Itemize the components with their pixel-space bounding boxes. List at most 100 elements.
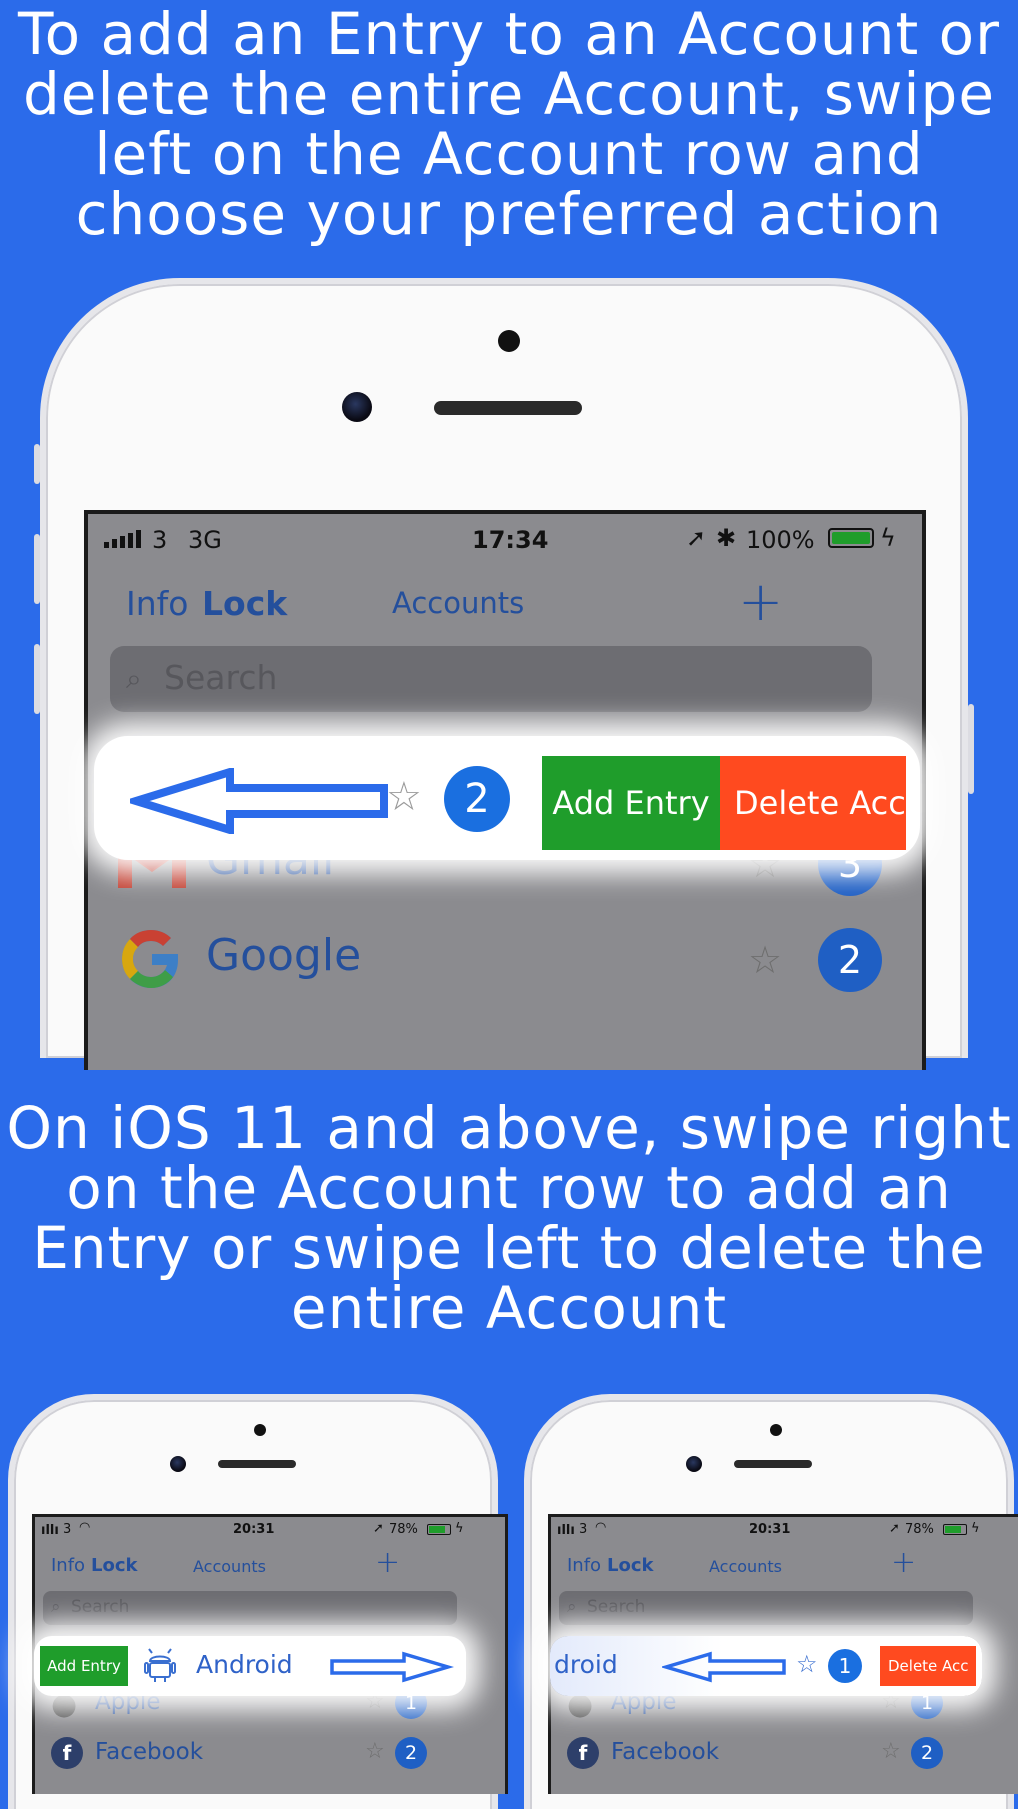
search-icon: ⌕	[567, 1597, 577, 1617]
iphone-mockup-left: ıllı 3 ◠ 20:31 ➚ 78% ϟ Info Lock Account…	[8, 1394, 508, 1809]
bluetooth-icon: ✱	[716, 524, 737, 552]
list-item[interactable]: f Facebook ☆ 2	[35, 1727, 505, 1777]
swiped-row-highlight[interactable]: ☆ 2 Add Entry Delete Acc	[94, 736, 920, 860]
lock-button[interactable]: Lock	[91, 1555, 137, 1576]
ios11-instruction-caption: On iOS 11 and above, swipe right on the …	[6, 1094, 1012, 1342]
carrier-label: 3	[579, 1522, 588, 1537]
status-bar: ıllı 3 ◠ 20:31 ➚ 78% ϟ	[551, 1517, 1018, 1545]
clock: 20:31	[749, 1522, 791, 1537]
earpiece-speaker	[434, 401, 582, 415]
volume-up-button	[34, 534, 40, 604]
wifi-icon: ◠	[595, 1520, 607, 1535]
account-name: Facebook	[95, 1739, 204, 1765]
search-input[interactable]: ⌕ Search	[110, 646, 872, 712]
nav-title: Accounts	[193, 1557, 266, 1576]
location-icon: ➚	[889, 1521, 900, 1536]
search-placeholder: Search	[164, 658, 278, 697]
battery-icon	[427, 1524, 451, 1535]
swipe-left-arrow-icon	[659, 1651, 788, 1687]
plus-icon[interactable]: +	[738, 570, 783, 633]
plus-icon[interactable]: +	[891, 1545, 916, 1580]
swiped-row-highlight-left[interactable]: Add Entry Android	[34, 1636, 466, 1696]
favorite-star-icon[interactable]: ☆	[796, 1650, 818, 1678]
earpiece-speaker	[218, 1460, 296, 1468]
lock-button[interactable]: Lock	[202, 584, 287, 623]
proximity-sensor	[498, 330, 520, 352]
search-icon: ⌕	[51, 1597, 61, 1617]
charging-icon: ϟ	[880, 524, 896, 552]
account-name: Android	[196, 1650, 293, 1679]
charging-icon: ϟ	[455, 1521, 464, 1536]
add-entry-button[interactable]: Add Entry	[542, 756, 720, 850]
info-button[interactable]: Info	[126, 584, 188, 623]
plus-icon[interactable]: +	[375, 1545, 400, 1580]
account-name: Google	[206, 930, 362, 981]
signal-bars-icon: ıllı	[557, 1523, 575, 1538]
clock: 20:31	[233, 1522, 275, 1537]
google-logo-icon	[116, 924, 186, 994]
front-camera	[170, 1456, 186, 1472]
navigation-bar: Info Lock Accounts +	[35, 1545, 505, 1585]
status-bar: ıllı 3 ◠ 20:31 ➚ 78% ϟ	[35, 1517, 505, 1545]
search-placeholder: Search	[71, 1597, 130, 1617]
facebook-logo-icon: f	[51, 1737, 83, 1769]
iphone-mockup-large: 3 3G 17:34 ➚ ✱ 100% ϟ Info Lock Accounts…	[34, 278, 974, 1070]
battery-icon	[828, 528, 874, 548]
navigation-bar: Info Lock Accounts +	[88, 568, 922, 638]
entry-count-badge: 2	[444, 766, 510, 832]
carrier-label: 3	[63, 1522, 72, 1537]
top-instruction-caption: To add an Entry to an Account or delete …	[18, 0, 1000, 248]
nav-title: Accounts	[392, 586, 525, 620]
proximity-sensor	[254, 1424, 266, 1436]
nav-title: Accounts	[709, 1557, 782, 1576]
swipe-right-arrow-icon	[328, 1651, 455, 1687]
favorite-star-icon[interactable]: ☆	[881, 1739, 901, 1764]
status-bar: 3 3G 17:34 ➚ ✱ 100% ϟ	[88, 514, 922, 568]
delete-account-button[interactable]: Delete Acc	[720, 756, 906, 850]
lock-button[interactable]: Lock	[607, 1555, 653, 1576]
battery-percent: 78%	[905, 1522, 934, 1537]
navigation-bar: Info Lock Accounts +	[551, 1545, 1018, 1585]
location-icon: ➚	[373, 1521, 384, 1536]
clock: 17:34	[472, 526, 549, 554]
swipe-left-arrow-icon	[122, 766, 390, 838]
carrier-label: 3	[152, 526, 168, 554]
signal-bars-icon: ıllı	[41, 1523, 59, 1538]
network-label: 3G	[188, 526, 222, 554]
account-name: Facebook	[611, 1739, 720, 1765]
battery-percent: 100%	[746, 526, 815, 554]
favorite-star-icon[interactable]: ☆	[386, 774, 422, 820]
favorite-star-icon[interactable]: ☆	[748, 938, 782, 982]
add-entry-button[interactable]: Add Entry	[40, 1646, 128, 1686]
entry-count-badge: 2	[395, 1737, 427, 1769]
entry-count-badge: 2	[818, 928, 882, 992]
info-button[interactable]: Info	[567, 1555, 601, 1576]
front-camera	[342, 392, 372, 422]
front-camera	[686, 1456, 702, 1472]
proximity-sensor	[770, 1424, 782, 1436]
facebook-logo-icon: f	[567, 1737, 599, 1769]
search-input[interactable]: ⌕ Search	[43, 1591, 457, 1625]
wifi-icon: ◠	[79, 1520, 91, 1535]
delete-account-button[interactable]: Delete Acc	[880, 1646, 976, 1686]
earpiece-speaker	[734, 1460, 812, 1468]
android-icon	[144, 1647, 176, 1687]
entry-count-badge: 1	[828, 1649, 862, 1683]
charging-icon: ϟ	[971, 1521, 980, 1536]
info-button[interactable]: Info	[51, 1555, 85, 1576]
account-name-partial: droid	[554, 1650, 618, 1679]
swiped-row-highlight-right[interactable]: droid ☆ 1 Delete Acc	[550, 1636, 982, 1696]
signal-bars-icon	[104, 530, 141, 548]
volume-down-button	[34, 644, 40, 714]
iphone-mockup-right: ıllı 3 ◠ 20:31 ➚ 78% ϟ Info Lock Account…	[524, 1394, 1018, 1809]
search-input[interactable]: ⌕ Search	[559, 1591, 973, 1625]
list-item[interactable]: f Facebook ☆ 2	[551, 1727, 1018, 1777]
favorite-star-icon[interactable]: ☆	[365, 1739, 385, 1764]
mute-switch	[34, 444, 40, 484]
search-placeholder: Search	[587, 1597, 646, 1617]
battery-icon	[943, 1524, 967, 1535]
list-item[interactable]: Google ☆ 2	[88, 910, 922, 1006]
battery-percent: 78%	[389, 1522, 418, 1537]
search-icon: ⌕	[126, 662, 142, 695]
entry-count-badge: 2	[911, 1737, 943, 1769]
